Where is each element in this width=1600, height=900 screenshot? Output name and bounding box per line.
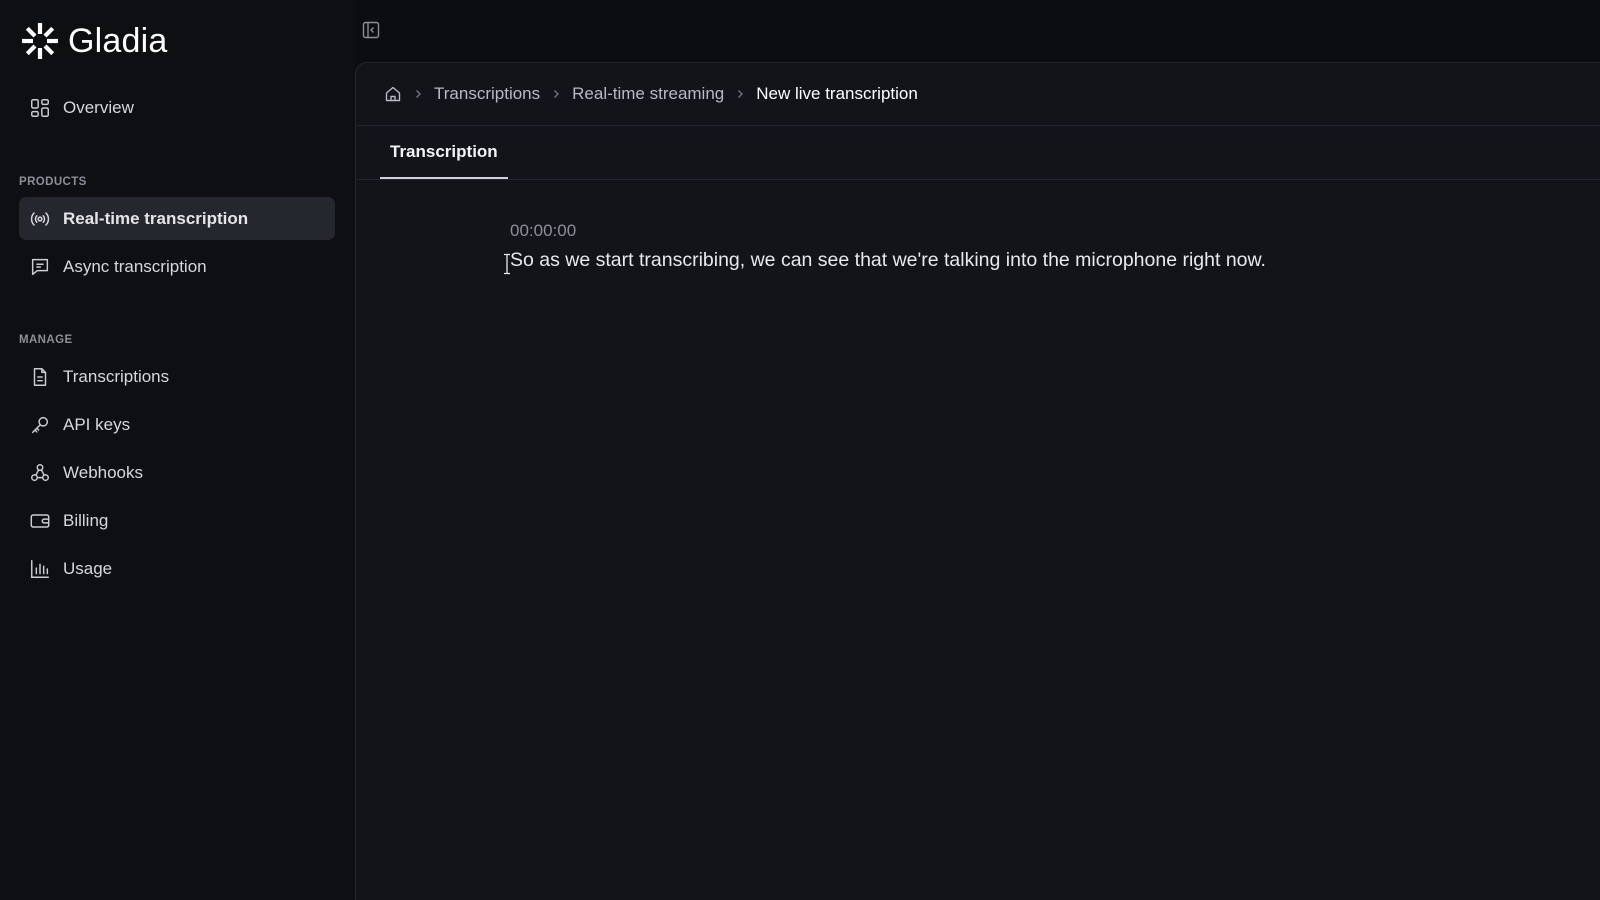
webhook-icon (29, 462, 51, 484)
sidebar: Gladia Overview PRODUCTS Real-time trans… (0, 0, 355, 900)
text-cursor-icon (504, 253, 510, 275)
sidebar-item-label: Usage (63, 558, 113, 578)
section-label-products: PRODUCTS (19, 176, 87, 188)
logo[interactable]: Gladia (20, 20, 167, 62)
sidebar-item-label: Overview (63, 97, 134, 117)
tab-transcription[interactable]: Transcription (380, 126, 508, 179)
bar-chart-icon (29, 558, 51, 580)
app-window: Gladia Overview PRODUCTS Real-time trans… (0, 0, 1600, 900)
sidebar-item-async-transcription[interactable]: Async transcription (19, 245, 335, 288)
gladia-logo-icon (22, 23, 58, 59)
sidebar-item-label: Transcriptions (63, 366, 170, 386)
sidebar-item-label: Async transcription (63, 256, 207, 276)
chevron-right-icon (734, 88, 746, 100)
sidebar-item-label: Real-time transcription (63, 208, 249, 228)
chevron-right-icon (550, 88, 562, 100)
broadcast-icon (29, 208, 51, 230)
overview-icon (29, 97, 51, 119)
home-icon[interactable] (384, 85, 402, 103)
chat-icon (29, 256, 51, 278)
sidebar-item-real-time-transcription[interactable]: Real-time transcription (19, 197, 335, 240)
breadcrumb: Transcriptions Real-time streaming New l… (384, 63, 918, 125)
chevron-right-icon (412, 88, 424, 100)
sidebar-item-overview[interactable]: Overview (19, 86, 335, 129)
document-icon (29, 366, 51, 388)
sidebar-item-usage[interactable]: Usage (19, 547, 335, 590)
divider (356, 125, 1600, 126)
key-icon (29, 414, 51, 436)
main-panel: Transcriptions Real-time streaming New l… (355, 62, 1600, 900)
breadcrumb-current: New live transcription (756, 84, 918, 103)
tab-bar: Transcription (380, 126, 508, 179)
sidebar-item-webhooks[interactable]: Webhooks (19, 451, 335, 494)
section-label-manage: MANAGE (19, 334, 73, 346)
sidebar-item-transcriptions[interactable]: Transcriptions (19, 355, 335, 398)
sidebar-item-api-keys[interactable]: API keys (19, 403, 335, 446)
transcript-text[interactable]: So as we start transcribing, we can see … (510, 249, 1266, 272)
segment-timestamp: 00:00:00 (510, 221, 577, 240)
sidebar-item-label: Billing (63, 510, 109, 530)
breadcrumb-transcriptions[interactable]: Transcriptions (434, 84, 540, 104)
sidebar-item-label: API keys (63, 414, 131, 434)
breadcrumb-real-time-streaming[interactable]: Real-time streaming (572, 84, 724, 104)
sidebar-item-billing[interactable]: Billing (19, 499, 335, 542)
sidebar-toggle-icon[interactable] (362, 21, 380, 39)
app-name: Gladia (68, 21, 168, 60)
divider (356, 179, 1600, 180)
sidebar-item-label: Webhooks (63, 462, 144, 482)
wallet-icon (29, 510, 51, 532)
